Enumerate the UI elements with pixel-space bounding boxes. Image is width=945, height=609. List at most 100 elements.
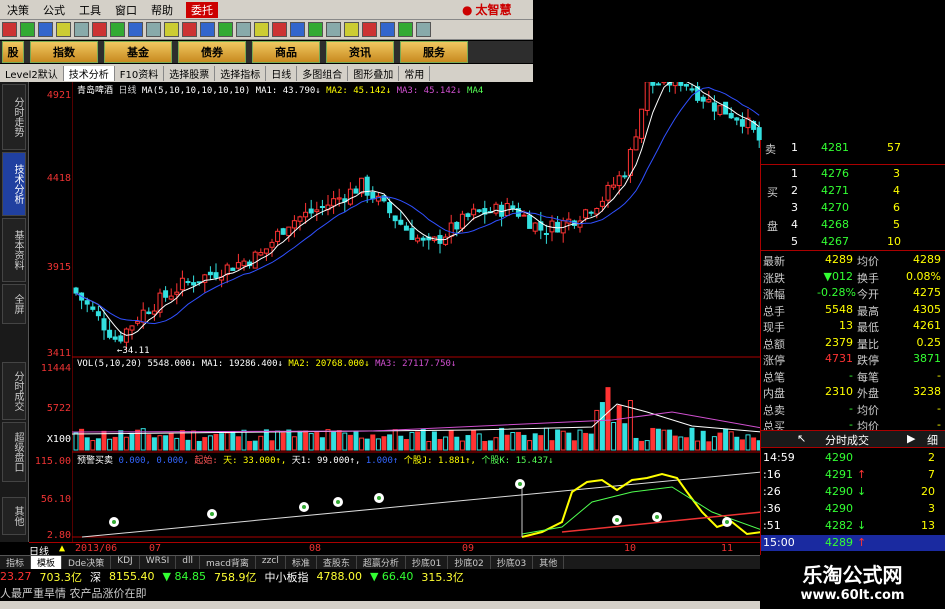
indicator-tab[interactable]: WRSI xyxy=(140,556,177,570)
indicator-tab[interactable]: 超赢分析 xyxy=(357,556,406,570)
side-tab-basic[interactable]: 基本资料 xyxy=(2,218,26,282)
volume-bar xyxy=(465,435,471,451)
tab-f10[interactable]: F10资料 xyxy=(115,65,165,81)
quote-value: 3238 xyxy=(913,385,941,398)
indicator-tab[interactable]: 指标 xyxy=(0,556,32,570)
quote-value: 2379 xyxy=(825,335,853,349)
toolbar-icon[interactable] xyxy=(254,22,269,37)
bid-row: 3 4270 6 xyxy=(761,200,945,216)
side-tab-level[interactable]: 超级盘口 xyxy=(2,422,26,482)
ticks-detail-button[interactable]: 细 xyxy=(927,432,938,448)
toolbar-icon[interactable] xyxy=(236,22,251,37)
nav-bond-button[interactable]: 债券 xyxy=(178,41,246,63)
ticker-value: ▼ 66.40 xyxy=(369,570,414,583)
toolbar-icon[interactable] xyxy=(110,22,125,37)
toolbar-icon[interactable] xyxy=(200,22,215,37)
menu-decision[interactable]: 决策 xyxy=(0,2,36,18)
ticks-title[interactable]: 分时成交 xyxy=(825,432,869,448)
quote-label: 外盘 xyxy=(857,387,879,400)
volume-bar xyxy=(599,402,605,451)
volume-bar xyxy=(661,429,667,451)
news-scroller[interactable]: 人最严重旱情 农产品涨价在即 xyxy=(0,585,760,601)
side-tab-fullscreen[interactable]: 全屏 xyxy=(2,284,26,324)
tab-select-stock[interactable]: 选择股票 xyxy=(164,65,216,81)
volume-bar xyxy=(655,428,661,451)
tab-daily[interactable]: 日线 xyxy=(266,65,298,81)
toolbar-icon[interactable] xyxy=(308,22,323,37)
toolbar-icon[interactable] xyxy=(416,22,431,37)
volume-bar xyxy=(532,433,538,451)
menu-help[interactable]: 帮助 xyxy=(144,2,180,18)
side-tab-technical[interactable]: 技术分析 xyxy=(2,152,26,216)
ticker-value: ▼ 84.85 xyxy=(162,570,206,583)
candlestick xyxy=(252,250,258,269)
nav-commodity-button[interactable]: 商品 xyxy=(252,41,320,63)
toolbar-icon[interactable] xyxy=(146,22,161,37)
indicator-tab[interactable]: 查股东 xyxy=(317,556,357,570)
tick-price: 4290 xyxy=(825,485,853,498)
ask-volume: 57 xyxy=(887,141,901,154)
menu-window[interactable]: 窗口 xyxy=(108,2,144,18)
tab-select-indicator[interactable]: 选择指标 xyxy=(215,65,267,81)
vol-value: 5548.000↓ xyxy=(147,359,197,369)
volume-bar xyxy=(403,439,409,451)
tab-level2[interactable]: Level2默认 xyxy=(0,65,64,81)
volume-bar xyxy=(387,434,393,451)
toolbar-icon[interactable] xyxy=(290,22,305,37)
nav-service-button[interactable]: 服务 xyxy=(400,41,468,63)
nav-news-button[interactable]: 资讯 xyxy=(326,41,394,63)
tab-technical[interactable]: 技术分析 xyxy=(63,65,115,81)
toolbar-icon[interactable] xyxy=(74,22,89,37)
toolbar-icon[interactable] xyxy=(38,22,53,37)
volume-bar xyxy=(527,440,533,451)
tab-common[interactable]: 常用 xyxy=(399,65,431,81)
toolbar-icon[interactable] xyxy=(182,22,197,37)
tab-overlay[interactable]: 图形叠加 xyxy=(348,65,400,81)
volume-bar xyxy=(751,437,757,451)
toolbar-icon[interactable] xyxy=(164,22,179,37)
menu-tools[interactable]: 工具 xyxy=(72,2,108,18)
toolbar-icon[interactable] xyxy=(326,22,341,37)
volume-bar xyxy=(454,436,460,451)
indicator-axis-label: 115.00 xyxy=(34,456,71,467)
toolbar-icon[interactable] xyxy=(380,22,395,37)
date-axis: 日线 ▲ 2013/06 07 08 09 10 11 xyxy=(29,542,760,558)
toolbar-icon[interactable] xyxy=(272,22,287,37)
volume-bar xyxy=(123,436,129,451)
toolbar-icon[interactable] xyxy=(344,22,359,37)
indicator-tab[interactable]: 其他 xyxy=(533,556,565,570)
menu-trade[interactable]: 委托 xyxy=(186,1,218,18)
volume-bar xyxy=(605,387,611,451)
quote-value: - xyxy=(937,401,941,415)
nav-fund-button[interactable]: 基金 xyxy=(104,41,172,63)
nav-index-button[interactable]: 指数 xyxy=(30,41,98,63)
quote-label: 总卖 xyxy=(763,403,785,417)
toolbar-icon[interactable] xyxy=(92,22,107,37)
toolbar-icon[interactable] xyxy=(2,22,17,37)
ticks-next-icon[interactable]: ▶ xyxy=(907,432,915,445)
toolbar-icon[interactable] xyxy=(362,22,377,37)
volume-bar xyxy=(521,434,527,451)
toolbar-icon[interactable] xyxy=(398,22,413,37)
quote-value: 4305 xyxy=(913,302,941,316)
nav-stock-button[interactable]: 股 xyxy=(2,41,24,63)
indicator-tab[interactable]: 抄底03 xyxy=(491,556,534,570)
volume-bar xyxy=(611,422,617,451)
quote-label: 每笔 xyxy=(857,370,879,384)
indicator-tab[interactable]: KDJ xyxy=(111,556,140,570)
ticks-header: ↖ 分时成交 ▶ 细 xyxy=(761,430,945,448)
bid-price: 4270 xyxy=(821,201,849,214)
side-tab-intraday[interactable]: 分时走势 xyxy=(2,84,26,150)
bid-level: 5 xyxy=(791,235,798,248)
side-tab-trades[interactable]: 分时成交 xyxy=(2,362,26,420)
indicator-tab[interactable]: dll xyxy=(176,556,200,570)
toolbar-icon[interactable] xyxy=(128,22,143,37)
toolbar-icon[interactable] xyxy=(218,22,233,37)
tab-multi-chart[interactable]: 多图组合 xyxy=(297,65,349,81)
side-tab-other[interactable]: 其他 xyxy=(2,497,26,535)
menu-formula[interactable]: 公式 xyxy=(36,2,72,18)
toolbar-icon[interactable] xyxy=(56,22,71,37)
kline-chart-area[interactable] xyxy=(71,65,763,542)
toolbar-icon[interactable] xyxy=(20,22,35,37)
quote-value: 4261 xyxy=(913,319,941,332)
